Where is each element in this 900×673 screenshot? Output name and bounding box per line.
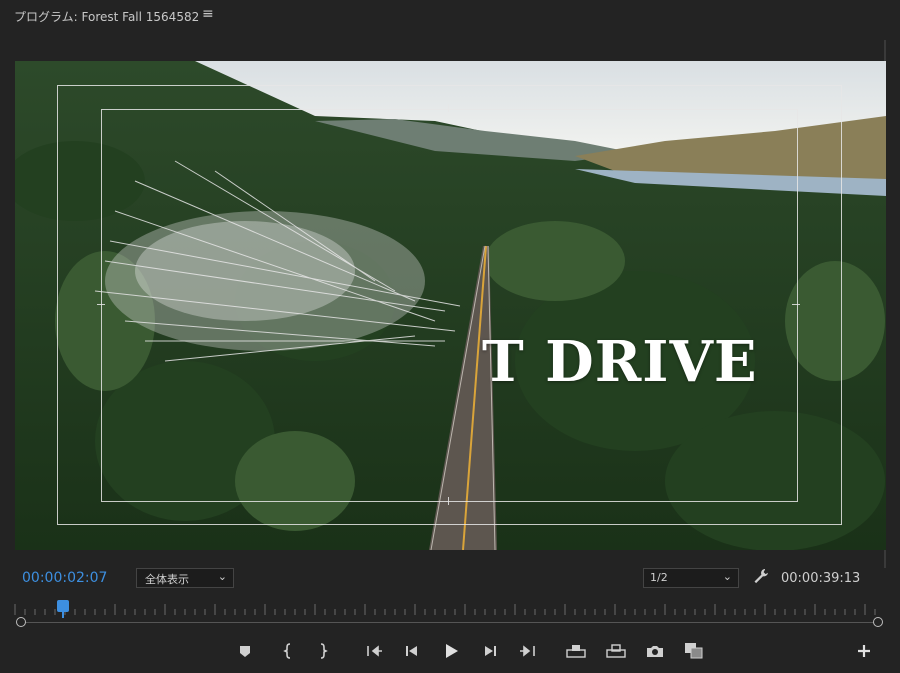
chevron-down-icon: ⌄ bbox=[722, 570, 732, 583]
guide-tick-left bbox=[97, 304, 105, 305]
guide-tick-bottom bbox=[448, 497, 449, 505]
panel-title[interactable]: プログラム: Forest Fall 1564582 bbox=[14, 8, 199, 25]
zoom-level-value: 全体表示 bbox=[145, 573, 189, 586]
step-back-icon[interactable] bbox=[400, 640, 422, 662]
lift-icon[interactable] bbox=[565, 640, 587, 662]
playback-resolution-select[interactable]: 1/2 ⌄ bbox=[643, 568, 739, 588]
guide-tick-right bbox=[792, 304, 800, 305]
transport-controls bbox=[0, 640, 900, 664]
guide-tick-top bbox=[448, 104, 449, 112]
resolution-value: 1/2 bbox=[650, 571, 668, 584]
export-frame-icon[interactable] bbox=[644, 640, 666, 662]
panel-header: プログラム: Forest Fall 1564582 ≡ bbox=[0, 0, 900, 34]
go-to-in-icon[interactable] bbox=[363, 640, 385, 662]
monitor-controls-row: 00:00:02:07 全体表示 ⌄ 1/2 ⌄ 00:00:39:13 bbox=[0, 566, 900, 592]
current-timecode[interactable]: 00:00:02:07 bbox=[22, 570, 107, 586]
extract-icon[interactable] bbox=[605, 640, 627, 662]
zoom-level-select[interactable]: 全体表示 ⌄ bbox=[136, 568, 234, 588]
add-button-icon[interactable] bbox=[853, 640, 875, 662]
zoom-scrollbar-track[interactable] bbox=[21, 622, 879, 623]
comparison-view-icon[interactable] bbox=[683, 640, 705, 662]
time-ruler[interactable] bbox=[14, 600, 880, 618]
hamburger-menu-icon[interactable]: ≡ bbox=[202, 6, 214, 22]
playhead-handle[interactable] bbox=[57, 600, 69, 612]
chevron-down-icon: ⌄ bbox=[217, 570, 227, 583]
zoom-scroll-right-handle[interactable] bbox=[873, 617, 883, 627]
wrench-icon[interactable] bbox=[752, 567, 770, 585]
add-marker-icon[interactable] bbox=[234, 640, 256, 662]
playhead-stem bbox=[62, 612, 64, 618]
title-safe-guide bbox=[101, 109, 798, 502]
zoom-scroll-left-handle[interactable] bbox=[16, 617, 26, 627]
duration-timecode: 00:00:39:13 bbox=[781, 571, 861, 586]
play-icon[interactable] bbox=[440, 640, 462, 662]
go-to-out-icon[interactable] bbox=[517, 640, 539, 662]
mark-in-icon[interactable] bbox=[277, 640, 299, 662]
mark-out-icon[interactable] bbox=[312, 640, 334, 662]
step-forward-icon[interactable] bbox=[480, 640, 502, 662]
